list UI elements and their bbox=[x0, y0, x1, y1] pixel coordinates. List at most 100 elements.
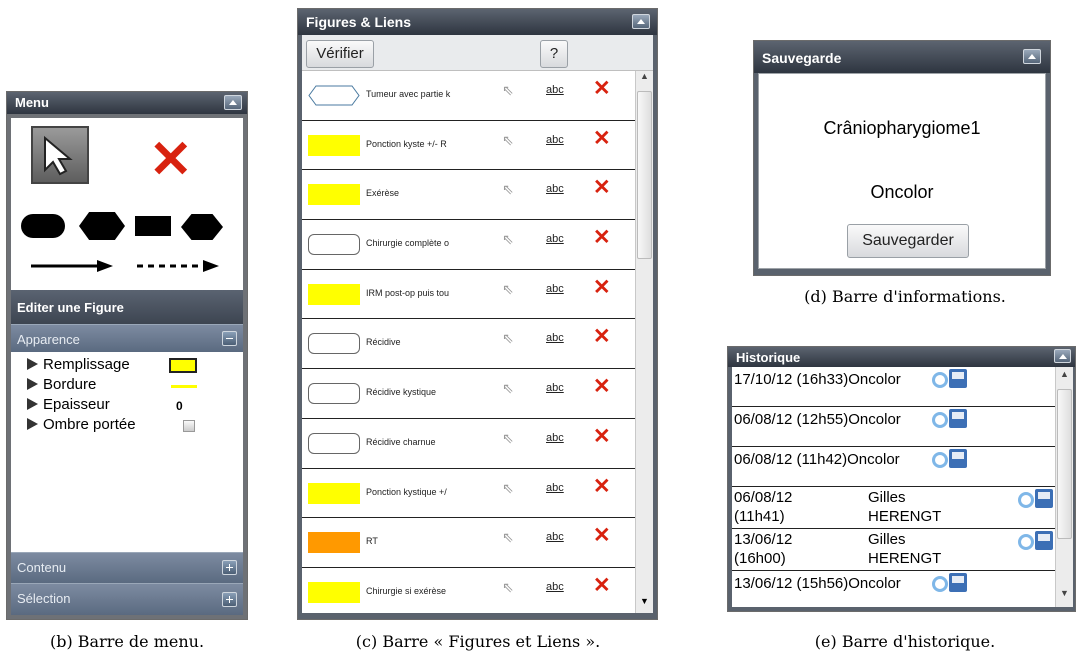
figure-row[interactable]: Ponction kystique +/ ⇖ abc ✕ bbox=[302, 469, 635, 519]
figure-row[interactable]: Tumeur avec partie k ⇖ abc ✕ bbox=[302, 71, 635, 121]
selection-section[interactable]: Sélection bbox=[11, 583, 243, 615]
figures-scrollbar[interactable]: ▲ ▼ bbox=[635, 71, 653, 613]
figure-row[interactable]: RT ⇖ abc ✕ bbox=[302, 518, 635, 568]
edit-text-link[interactable]: abc bbox=[546, 84, 564, 96]
figures-collapse-button[interactable] bbox=[632, 14, 650, 29]
select-pointer-icon[interactable]: ⇖ bbox=[502, 529, 514, 546]
edit-text-link[interactable]: abc bbox=[546, 283, 564, 295]
delete-icon[interactable]: ✕ bbox=[593, 225, 611, 250]
history-scrollbar[interactable]: ▲ ▼ bbox=[1055, 367, 1073, 607]
scroll-up-arrow-icon[interactable]: ▲ bbox=[636, 71, 653, 88]
figure-row[interactable]: Récidive charnue ⇖ abc ✕ bbox=[302, 419, 635, 469]
delete-icon[interactable]: ✕ bbox=[593, 474, 611, 499]
rectangle-shape-tool[interactable] bbox=[135, 216, 171, 236]
select-arrow-tool[interactable] bbox=[31, 126, 89, 184]
fill-color-swatch[interactable] bbox=[169, 358, 197, 373]
content-section[interactable]: Contenu bbox=[11, 552, 243, 583]
property-thickness[interactable]: Epaisseur 0 bbox=[11, 396, 243, 416]
help-button[interactable]: ? bbox=[540, 40, 568, 68]
select-pointer-icon[interactable]: ⇖ bbox=[502, 231, 514, 248]
figure-row[interactable]: Récidive ⇖ abc ✕ bbox=[302, 319, 635, 370]
thickness-value[interactable]: 0 bbox=[176, 399, 183, 413]
hexagon-shape-tool[interactable] bbox=[79, 212, 125, 240]
history-row[interactable]: 13/06/12 (15h56)Oncolor bbox=[732, 571, 1055, 607]
magnifier-icon[interactable] bbox=[1018, 534, 1034, 550]
select-pointer-icon[interactable]: ⇖ bbox=[502, 330, 514, 347]
select-pointer-icon[interactable]: ⇖ bbox=[502, 181, 514, 198]
scroll-up-arrow-icon[interactable]: ▲ bbox=[1056, 369, 1073, 386]
edit-text-link[interactable]: abc bbox=[546, 531, 564, 543]
scroll-down-arrow-icon[interactable]: ▼ bbox=[1056, 588, 1073, 605]
save-disk-icon[interactable] bbox=[949, 369, 967, 388]
select-pointer-icon[interactable]: ⇖ bbox=[502, 132, 514, 149]
delete-icon[interactable]: ✕ bbox=[593, 374, 611, 399]
figure-row[interactable]: Exérèse ⇖ abc ✕ bbox=[302, 170, 635, 221]
figure-shape-swatch bbox=[308, 184, 360, 206]
delete-tool-icon[interactable]: ✕ bbox=[149, 134, 193, 186]
scroll-thumb[interactable] bbox=[1057, 389, 1072, 539]
delete-icon[interactable]: ✕ bbox=[593, 275, 611, 300]
appearance-section[interactable]: Apparence bbox=[11, 324, 243, 352]
edit-text-link[interactable]: abc bbox=[546, 382, 564, 394]
figure-row[interactable]: Chirurgie complète o ⇖ abc ✕ bbox=[302, 220, 635, 270]
history-row[interactable]: 06/08/12 (11h41) Gilles HERENGT bbox=[732, 487, 1055, 529]
history-row[interactable]: 13/06/12 (16h00) Gilles HERENGT bbox=[732, 529, 1055, 571]
delete-icon[interactable]: ✕ bbox=[593, 175, 611, 200]
save-disk-icon[interactable] bbox=[949, 573, 967, 592]
magnifier-icon[interactable] bbox=[932, 372, 948, 388]
magnifier-icon[interactable] bbox=[932, 452, 948, 468]
edit-text-link[interactable]: abc bbox=[546, 134, 564, 146]
delete-icon[interactable]: ✕ bbox=[593, 573, 611, 598]
property-fill[interactable]: Remplissage bbox=[11, 356, 243, 376]
delete-icon[interactable]: ✕ bbox=[593, 324, 611, 349]
ellipse-shape-tool[interactable] bbox=[181, 214, 223, 240]
collapse-appearance-button[interactable] bbox=[222, 331, 237, 346]
expand-content-button[interactable] bbox=[222, 560, 237, 575]
select-pointer-icon[interactable]: ⇖ bbox=[502, 281, 514, 298]
history-collapse-button[interactable] bbox=[1054, 349, 1071, 363]
property-border[interactable]: Bordure bbox=[11, 376, 243, 396]
delete-icon[interactable]: ✕ bbox=[593, 76, 611, 101]
save-disk-icon[interactable] bbox=[1035, 489, 1053, 508]
rounded-rect-shape-tool[interactable] bbox=[21, 214, 65, 238]
border-color-line[interactable] bbox=[171, 385, 197, 388]
delete-icon[interactable]: ✕ bbox=[593, 424, 611, 449]
scroll-down-arrow-icon[interactable]: ▼ bbox=[636, 596, 653, 613]
select-pointer-icon[interactable]: ⇖ bbox=[502, 480, 514, 497]
delete-icon[interactable]: ✕ bbox=[593, 523, 611, 548]
edit-text-link[interactable]: abc bbox=[546, 233, 564, 245]
edit-text-link[interactable]: abc bbox=[546, 482, 564, 494]
figure-row[interactable]: IRM post-op puis tou ⇖ abc ✕ bbox=[302, 270, 635, 320]
menu-collapse-button[interactable] bbox=[224, 95, 242, 110]
select-pointer-icon[interactable]: ⇖ bbox=[502, 430, 514, 447]
figure-row[interactable]: Récidive kystique ⇖ abc ✕ bbox=[302, 369, 635, 419]
solid-arrow-tool-icon[interactable] bbox=[29, 258, 115, 274]
shadow-checkbox[interactable] bbox=[183, 420, 195, 432]
save-disk-icon[interactable] bbox=[1035, 531, 1053, 550]
save-collapse-button[interactable] bbox=[1023, 49, 1041, 64]
save-disk-icon[interactable] bbox=[949, 449, 967, 468]
dashed-arrow-tool-icon[interactable] bbox=[135, 258, 221, 274]
history-row[interactable]: 06/08/12 (11h42)Oncolor bbox=[732, 447, 1055, 487]
history-row[interactable]: 06/08/12 (12h55)Oncolor bbox=[732, 407, 1055, 447]
edit-text-link[interactable]: abc bbox=[546, 432, 564, 444]
scroll-thumb[interactable] bbox=[637, 91, 652, 259]
history-row[interactable]: 17/10/12 (16h33)Oncolor bbox=[732, 367, 1055, 407]
property-shadow[interactable]: Ombre portée bbox=[11, 416, 243, 436]
select-pointer-icon[interactable]: ⇖ bbox=[502, 82, 514, 99]
verify-button[interactable]: Vérifier bbox=[306, 40, 374, 68]
select-pointer-icon[interactable]: ⇖ bbox=[502, 579, 514, 596]
edit-text-link[interactable]: abc bbox=[546, 183, 564, 195]
select-pointer-icon[interactable]: ⇖ bbox=[502, 380, 514, 397]
magnifier-icon[interactable] bbox=[1018, 492, 1034, 508]
edit-text-link[interactable]: abc bbox=[546, 332, 564, 344]
save-button[interactable]: Sauvegarder bbox=[847, 224, 969, 258]
save-disk-icon[interactable] bbox=[949, 409, 967, 428]
edit-text-link[interactable]: abc bbox=[546, 581, 564, 593]
magnifier-icon[interactable] bbox=[932, 576, 948, 592]
magnifier-icon[interactable] bbox=[932, 412, 948, 428]
expand-selection-button[interactable] bbox=[222, 592, 237, 607]
delete-icon[interactable]: ✕ bbox=[593, 126, 611, 151]
figure-row[interactable]: Chirurgie si exérèse ⇖ abc ✕ bbox=[302, 568, 635, 613]
figure-row[interactable]: Ponction kyste +/- R ⇖ abc ✕ bbox=[302, 121, 635, 171]
